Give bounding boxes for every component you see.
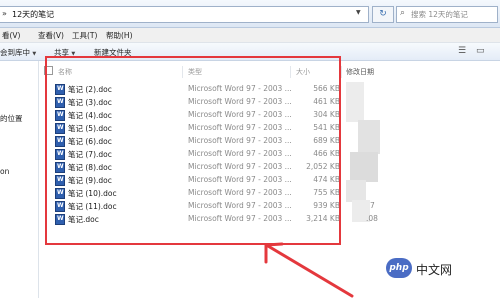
chevron-down-icon: ▼ xyxy=(32,51,37,57)
watermark-logo: php xyxy=(386,258,412,278)
search-icon: ⌕ xyxy=(400,8,406,18)
preview-pane-icon[interactable]: ▭ xyxy=(476,46,485,56)
navigation-pane: 的位置 on xyxy=(0,61,39,298)
address-path-box[interactable]: » 12天的笔记 ▼ xyxy=(0,6,369,23)
breadcrumb-folder[interactable]: 12天的笔记 xyxy=(12,9,54,20)
watermark-text: 中文网 xyxy=(416,263,453,277)
menu-tools[interactable]: 工具(T) xyxy=(72,30,97,41)
date-fragment: 7 xyxy=(370,201,375,210)
redacted-dates xyxy=(358,120,380,154)
redacted-dates xyxy=(346,180,366,202)
date-fragment: .08 xyxy=(366,214,378,223)
breadcrumb-chevron-icon[interactable]: » xyxy=(2,9,7,18)
refresh-button[interactable]: ↻ xyxy=(372,6,394,23)
nav-item-locations[interactable]: 的位置 xyxy=(0,113,23,124)
address-dropdown-icon[interactable]: ▼ xyxy=(356,9,361,16)
redacted-dates xyxy=(350,152,378,182)
include-in-library-button[interactable]: 会到库中 ▼ xyxy=(0,47,36,58)
menu-help[interactable]: 帮助(H) xyxy=(106,30,133,41)
column-divider[interactable] xyxy=(341,66,342,78)
menu-view-partial[interactable]: 看(V) xyxy=(2,30,20,41)
annotation-highlight-box xyxy=(45,56,341,245)
view-options-icon[interactable]: ☰ xyxy=(458,46,466,56)
address-bar: » 12天的笔记 ▼ ↻ ⌕ 搜索 12天的笔记 xyxy=(0,0,500,28)
search-placeholder: 搜索 12天的笔记 xyxy=(411,10,468,19)
include-in-library-label: 会到库中 xyxy=(0,48,30,57)
column-header-date[interactable]: 修改日期 xyxy=(346,67,374,77)
search-box[interactable]: ⌕ 搜索 12天的笔记 xyxy=(396,6,498,23)
menu-view[interactable]: 查看(V) xyxy=(38,30,64,41)
redacted-dates xyxy=(346,82,364,122)
menu-bar: 看(V) 查看(V) 工具(T) 帮助(H) xyxy=(0,28,500,43)
annotation-arrow-icon xyxy=(264,242,354,298)
nav-item-partial[interactable]: on xyxy=(0,167,9,176)
